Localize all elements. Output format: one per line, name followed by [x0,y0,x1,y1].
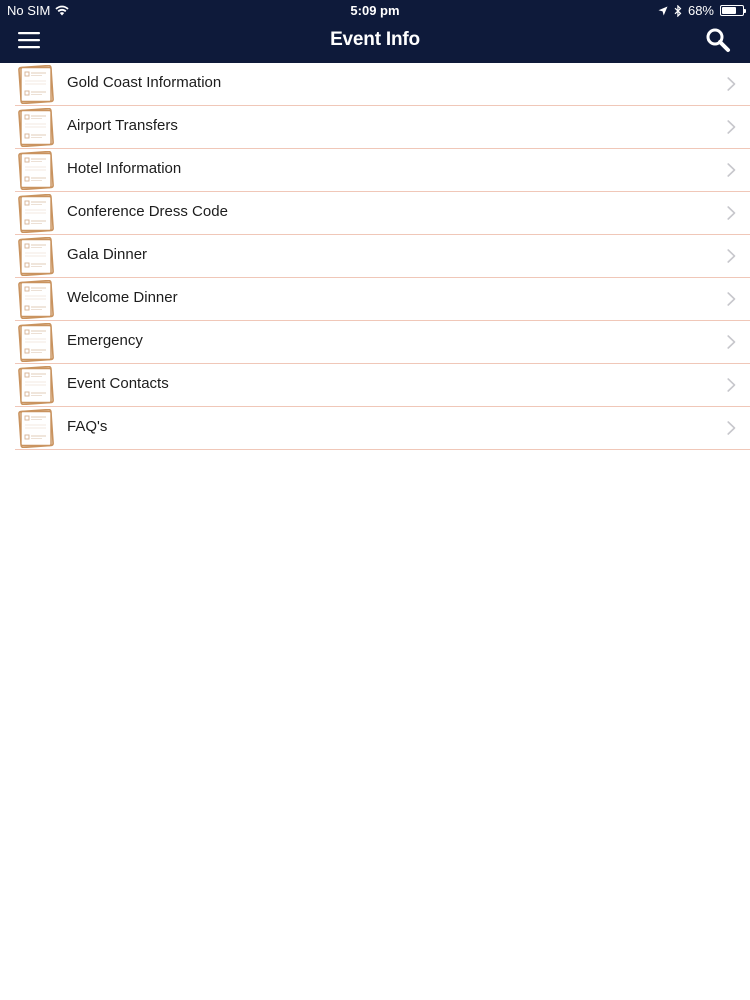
chevron-right-icon [727,335,736,349]
checklist-document-icon [17,365,55,406]
battery-percent: 68% [687,3,714,18]
checklist-document-icon [17,107,55,148]
location-arrow-icon [658,6,668,15]
checklist-document-icon [17,150,55,191]
checklist-document-icon [17,279,55,320]
top-bar: No SIM 5:09 pm 68% Event Info [0,0,750,63]
event-info-list: Gold Coast Information Airport Transfers… [15,63,750,450]
nav-bar: Event Info [0,20,750,63]
chevron-right-icon [727,77,736,91]
status-right: 68% [658,3,746,18]
search-button[interactable] [705,27,731,53]
chevron-right-icon [727,206,736,220]
bluetooth-icon [674,4,682,17]
list-item-label: Event Contacts [67,375,169,392]
list-item[interactable]: Welcome Dinner [15,278,750,321]
checklist-document-icon [17,64,55,105]
list-item[interactable]: Conference Dress Code [15,192,750,235]
list-item-label: Emergency [67,332,143,349]
chevron-right-icon [727,249,736,263]
list-item-label: Hotel Information [67,160,182,177]
status-bar: No SIM 5:09 pm 68% [0,0,750,20]
list-item[interactable]: Airport Transfers [15,106,750,149]
list-item-label: FAQ's [67,418,108,435]
search-icon [706,28,730,52]
chevron-right-icon [727,421,736,435]
chevron-right-icon [727,163,736,177]
page-title: Event Info [330,29,420,50]
battery-fill [722,7,736,14]
list-item[interactable]: Event Contacts [15,364,750,407]
checklist-document-icon [17,408,55,449]
list-item-label: Airport Transfers [67,117,178,134]
chevron-right-icon [727,378,736,392]
list-item-label: Gold Coast Information [67,74,222,91]
list-item-label: Welcome Dinner [67,289,178,306]
status-time: 5:09 pm [350,3,400,18]
list-item-label: Conference Dress Code [67,203,228,220]
list-item[interactable]: Gala Dinner [15,235,750,278]
chevron-right-icon [727,292,736,306]
list-item-label: Gala Dinner [67,246,148,263]
list-item[interactable]: Hotel Information [15,149,750,192]
checklist-document-icon [17,193,55,234]
chevron-right-icon [727,120,736,134]
checklist-document-icon [17,236,55,277]
checklist-document-icon [17,322,55,363]
list-item[interactable]: Gold Coast Information [15,63,750,106]
list-item[interactable]: FAQ's [15,407,750,450]
battery-icon [720,5,746,16]
list-item[interactable]: Emergency [15,321,750,364]
